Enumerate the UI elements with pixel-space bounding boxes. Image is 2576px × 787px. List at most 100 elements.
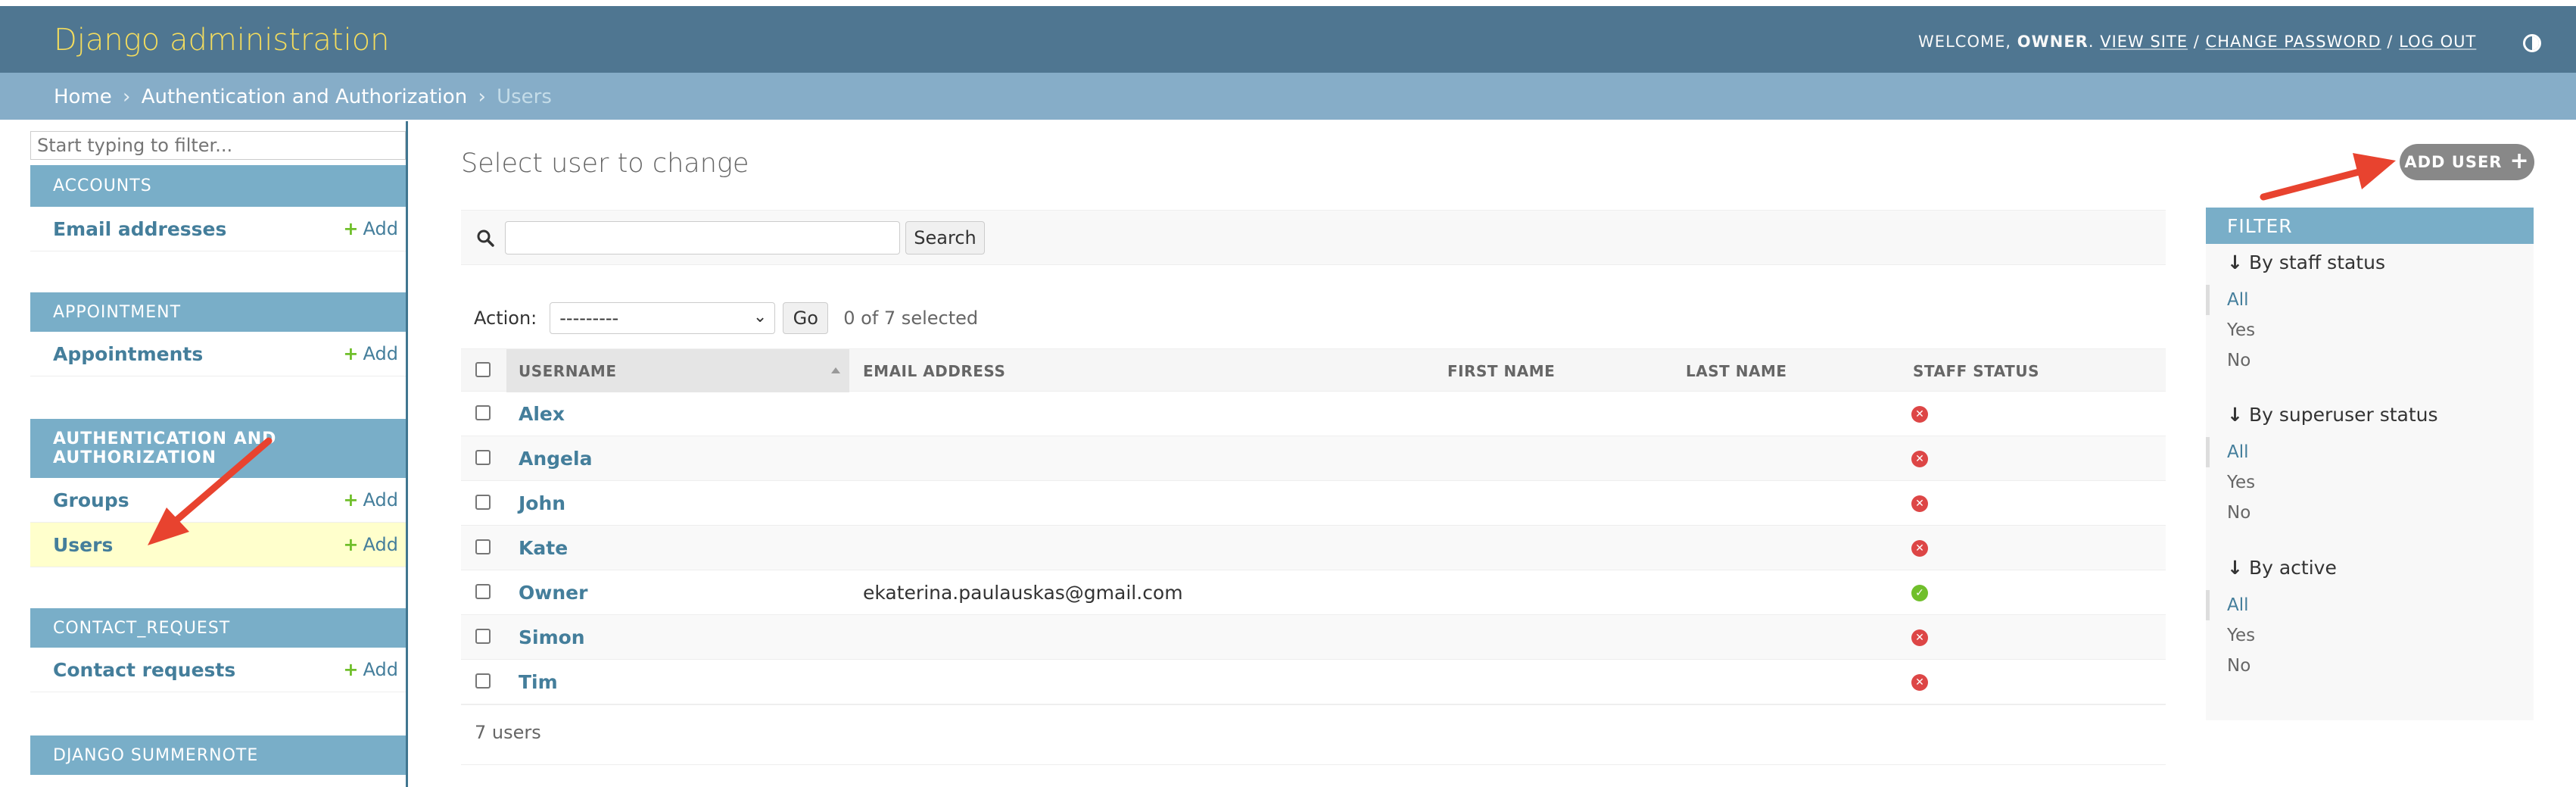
breadcrumb: Home › Authentication and Authorization … bbox=[0, 73, 2576, 120]
sidebar-item-label[interactable]: Appointments bbox=[53, 343, 203, 365]
app-caption-auth[interactable]: Authentication and Authorization bbox=[30, 419, 406, 478]
result-list: Username Email address First name Last n… bbox=[461, 348, 2166, 704]
paginator: 7 users bbox=[461, 704, 2166, 765]
sidebar-item-label[interactable]: Contact requests bbox=[53, 659, 235, 681]
add-group-link[interactable]: + Add bbox=[343, 489, 398, 511]
add-link-label: Add bbox=[363, 343, 398, 364]
sidebar-item-label[interactable]: Users bbox=[53, 534, 113, 556]
filter-option-all[interactable]: All bbox=[2206, 590, 2534, 620]
app-caption-accounts[interactable]: Accounts bbox=[30, 165, 406, 207]
site-branding[interactable]: Django administration bbox=[54, 23, 390, 58]
view-site-link[interactable]: View site bbox=[2100, 33, 2188, 51]
filter-option-yes[interactable]: Yes bbox=[2206, 315, 2534, 345]
row-checkbox[interactable] bbox=[475, 584, 491, 599]
no-icon: ✕ bbox=[1911, 539, 1928, 557]
staff-status-cell: ✕ bbox=[1911, 660, 1928, 704]
app-caption-contact-request[interactable]: Contact_Request bbox=[30, 608, 406, 648]
column-last-name[interactable]: Last name bbox=[1672, 349, 1899, 392]
sidebar-item-label[interactable]: Email addresses bbox=[53, 218, 226, 240]
search-input[interactable] bbox=[505, 221, 900, 255]
username-link[interactable]: Alex bbox=[519, 403, 565, 425]
add-user-button[interactable]: Add user + bbox=[2400, 144, 2534, 180]
filter-option-no[interactable]: No bbox=[2206, 651, 2534, 681]
nav-filter-input[interactable] bbox=[30, 131, 406, 160]
page-title: Select user to change bbox=[461, 148, 749, 179]
change-password-link[interactable]: Change password bbox=[2206, 33, 2381, 51]
filter-heading-label: By active bbox=[2248, 556, 2337, 579]
breadcrumb-separator: › bbox=[123, 86, 131, 108]
action-label: Action: bbox=[474, 308, 537, 329]
no-icon: ✕ bbox=[1911, 673, 1928, 691]
username-link[interactable]: Tim bbox=[519, 671, 558, 693]
theme-toggle-icon[interactable] bbox=[2523, 34, 2541, 52]
row-checkbox[interactable] bbox=[475, 629, 491, 644]
sidebar-item-email-addresses[interactable]: Email addresses + Add bbox=[30, 207, 406, 251]
app-module-auth: Authentication and Authorization Groups … bbox=[30, 419, 406, 567]
username-link[interactable]: John bbox=[519, 492, 565, 514]
column-label: First name bbox=[1447, 361, 1556, 380]
username-cell: Kate bbox=[519, 526, 568, 570]
filter-title: Filter bbox=[2206, 208, 2534, 244]
filter-heading: ↓ By superuser status bbox=[2206, 399, 2534, 429]
email-cell: ekaterina.paulauskas@gmail.com bbox=[863, 570, 1183, 615]
column-first-name[interactable]: First name bbox=[1434, 349, 1672, 392]
username-cell: Alex bbox=[519, 392, 565, 436]
breadcrumb-home[interactable]: Home bbox=[54, 86, 112, 108]
logout-link[interactable]: Log out bbox=[2399, 33, 2476, 51]
username-link[interactable]: Kate bbox=[519, 537, 568, 559]
app-module-django-summernote: Django Summernote bbox=[30, 735, 406, 775]
app-caption-appointment[interactable]: Appointment bbox=[30, 292, 406, 332]
row-checkbox[interactable] bbox=[475, 405, 491, 420]
filter-group: ↓ By active All Yes No bbox=[2206, 552, 2534, 681]
filter-option-yes[interactable]: Yes bbox=[2206, 620, 2534, 651]
add-contact-request-link[interactable]: + Add bbox=[343, 659, 398, 680]
column-username[interactable]: Username bbox=[506, 349, 849, 392]
row-checkbox[interactable] bbox=[475, 450, 491, 465]
add-user-sidebar-link[interactable]: + Add bbox=[343, 534, 398, 555]
app-caption-django-summernote[interactable]: Django Summernote bbox=[30, 735, 406, 775]
username-link[interactable]: Angela bbox=[519, 448, 592, 470]
row-checkbox[interactable] bbox=[475, 539, 491, 554]
action-select[interactable]: --------- ⌄ bbox=[550, 302, 776, 334]
username-link[interactable]: Simon bbox=[519, 626, 585, 648]
filter-option-all[interactable]: All bbox=[2206, 437, 2534, 467]
select-all-checkbox[interactable] bbox=[475, 362, 491, 377]
column-staff-status[interactable]: Staff status bbox=[1899, 349, 2166, 392]
filter-heading-label: By staff status bbox=[2248, 251, 2385, 273]
sidebar-item-label[interactable]: Groups bbox=[53, 489, 129, 511]
username-link[interactable]: Owner bbox=[519, 582, 587, 604]
app-module-appointment: Appointment Appointments + Add bbox=[30, 292, 406, 376]
filter-option-yes[interactable]: Yes bbox=[2206, 467, 2534, 498]
breadcrumb-app[interactable]: Authentication and Authorization bbox=[142, 86, 467, 108]
add-email-address-link[interactable]: + Add bbox=[343, 218, 398, 239]
filter-option-no[interactable]: No bbox=[2206, 498, 2534, 528]
sidebar-item-groups[interactable]: Groups + Add bbox=[30, 478, 406, 523]
username-cell: Tim bbox=[519, 660, 558, 704]
app-module-accounts: Accounts Email addresses + Add bbox=[30, 165, 406, 251]
arrow-down-icon: ↓ bbox=[2227, 556, 2243, 579]
yes-icon: ✓ bbox=[1911, 584, 1928, 601]
filter-panel: Filter ↓ By staff status All Yes No ↓ By super… bbox=[2206, 208, 2534, 720]
plus-icon: + bbox=[343, 489, 359, 511]
search-button[interactable]: Search bbox=[905, 221, 985, 255]
go-button[interactable]: Go bbox=[783, 302, 829, 334]
sidebar-item-appointments[interactable]: Appointments + Add bbox=[30, 332, 406, 376]
email-value: ekaterina.paulauskas@gmail.com bbox=[863, 582, 1183, 604]
filter-option-no[interactable]: No bbox=[2206, 345, 2534, 376]
staff-status-cell: ✕ bbox=[1911, 481, 1928, 526]
row-checkbox[interactable] bbox=[475, 673, 491, 689]
staff-status-cell: ✕ bbox=[1911, 392, 1928, 436]
chevron-down-icon: ⌄ bbox=[752, 308, 768, 326]
row-checkbox[interactable] bbox=[475, 495, 491, 510]
sidebar-item-contact-requests[interactable]: Contact requests + Add bbox=[30, 648, 406, 692]
add-appointment-link[interactable]: + Add bbox=[343, 343, 398, 364]
sort-ascending-icon[interactable] bbox=[831, 367, 840, 373]
sidebar-item-users[interactable]: Users + Add bbox=[30, 523, 406, 567]
username-cell: John bbox=[519, 481, 565, 526]
column-email[interactable]: Email address bbox=[849, 349, 1434, 392]
staff-status-cell: ✓ bbox=[1911, 570, 1928, 615]
filter-heading-label: By superuser status bbox=[2248, 403, 2438, 426]
arrow-down-icon: ↓ bbox=[2227, 403, 2243, 426]
filter-option-all[interactable]: All bbox=[2206, 285, 2534, 315]
plus-icon: + bbox=[343, 343, 359, 364]
